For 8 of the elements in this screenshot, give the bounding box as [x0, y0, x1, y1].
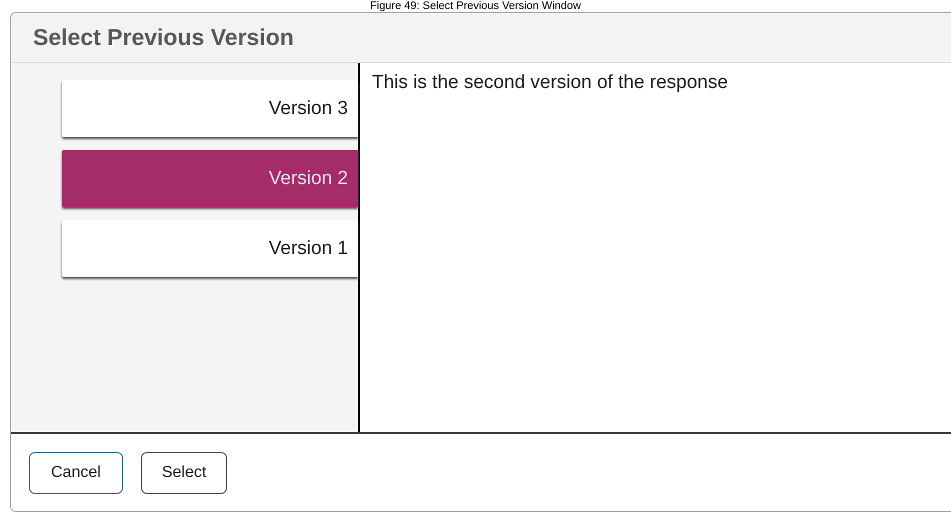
version-item[interactable]: Version 1 [62, 220, 358, 277]
cancel-button[interactable]: Cancel [29, 452, 123, 494]
figure-caption: Figure 49: Select Previous Version Window [369, 0, 582, 12]
version-item[interactable]: Version 3 [62, 80, 358, 137]
version-item[interactable]: Version 2 [62, 150, 358, 207]
dialog-title: Select Previous Version [33, 24, 294, 51]
preview-text: This is the second version of the response [372, 72, 729, 94]
select-button[interactable]: Select [140, 452, 228, 494]
